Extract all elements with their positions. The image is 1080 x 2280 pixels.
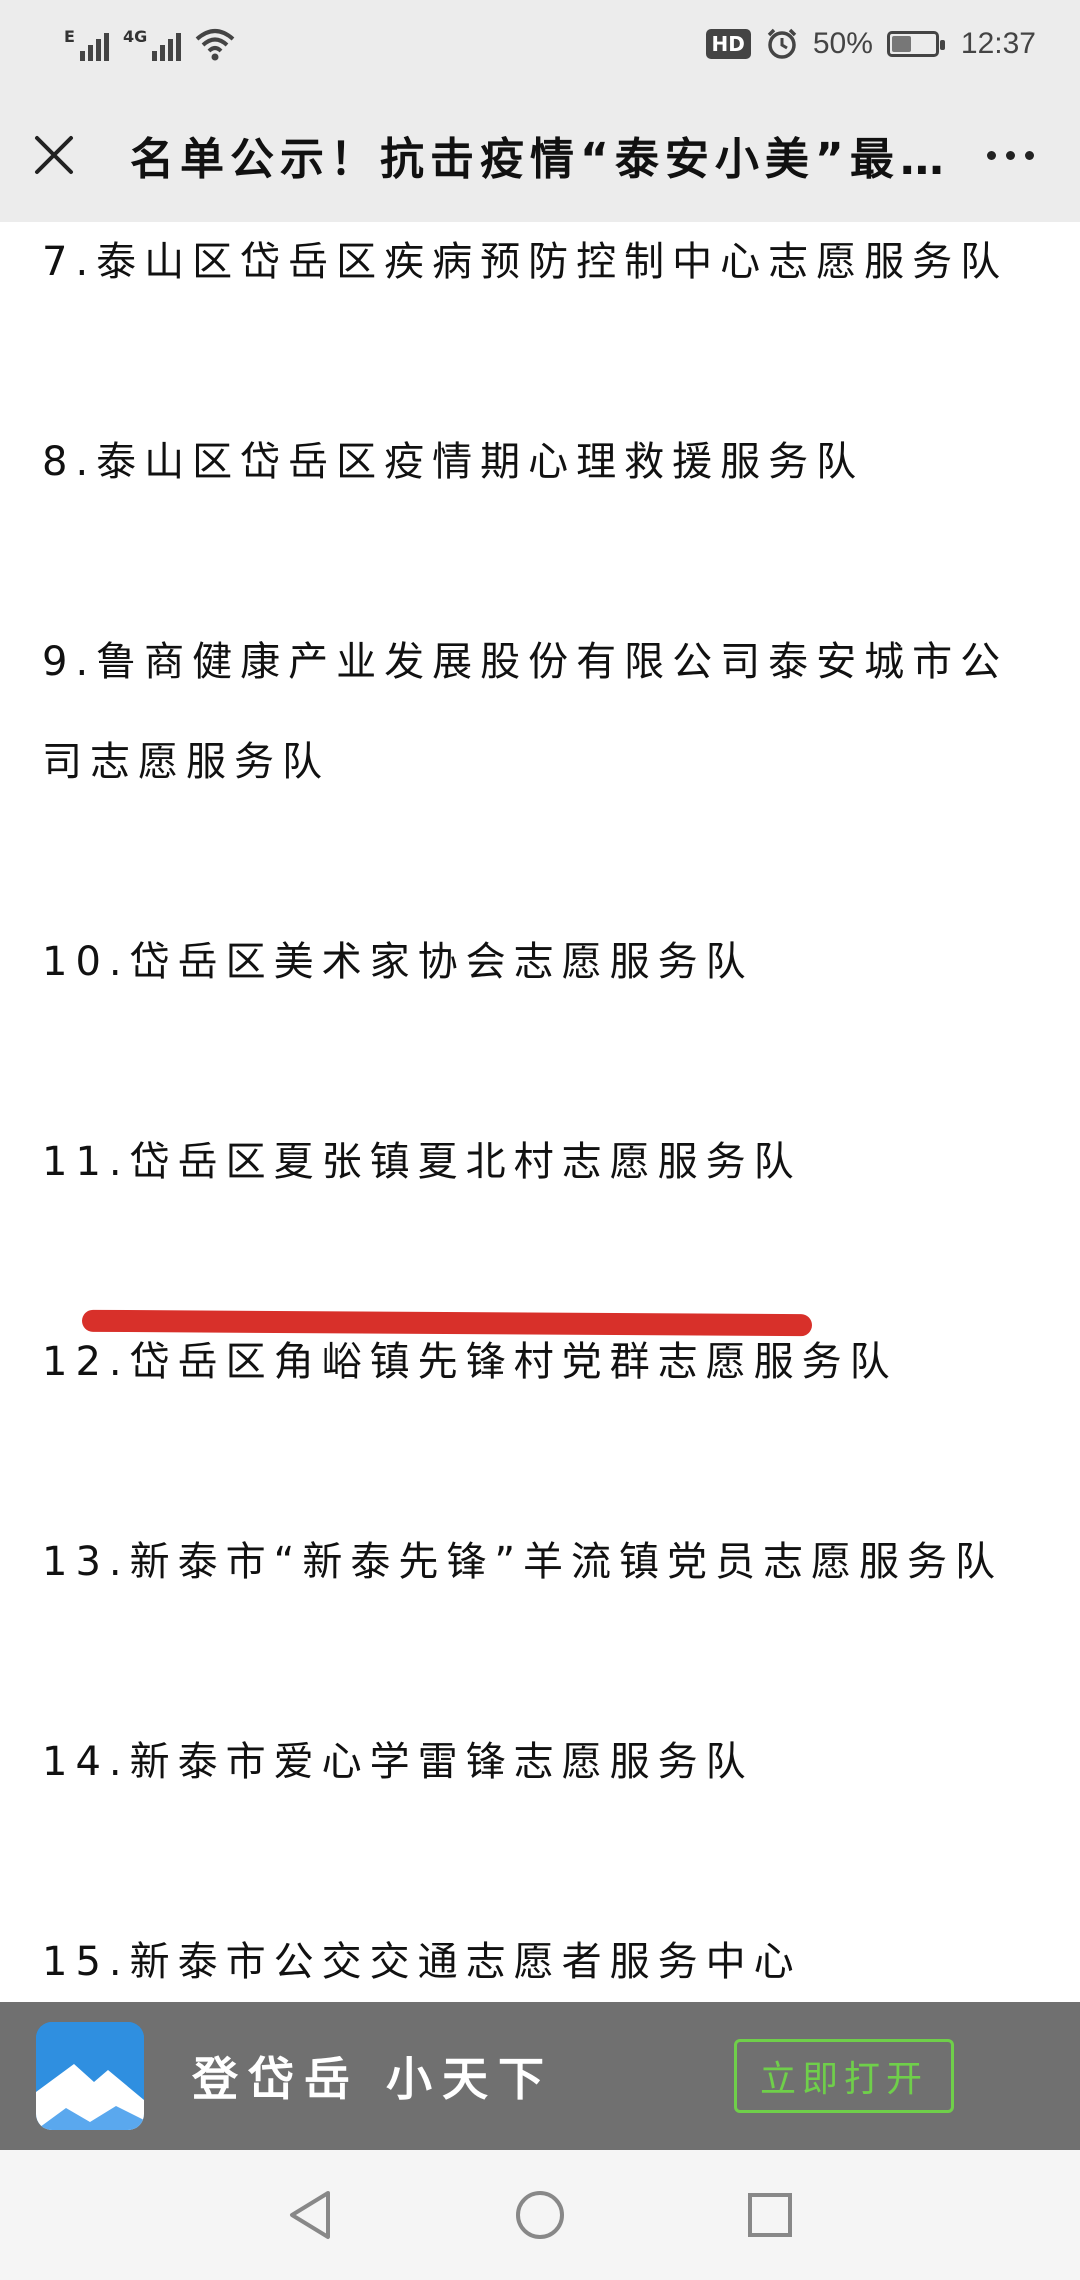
- list-item: 12.岱岳区角峪镇先锋村党群志愿服务队: [42, 1339, 898, 1385]
- screen: E 4G HD 50% 12:37 名单公示！抗击疫情“泰安小美”最… 7.泰山…: [0, 0, 1080, 2280]
- app-name: 登岱岳 小天下: [192, 2052, 555, 2106]
- open-app-button[interactable]: 立即打开: [734, 2039, 955, 2113]
- signal-2-label: 4G: [122, 27, 148, 46]
- title-bar: 名单公示！抗击疫情“泰安小美”最…: [0, 88, 1080, 222]
- wifi-icon: [195, 29, 235, 61]
- list-item: 9.鲁商健康产业发展股份有限公司泰安城市公司志愿服务队: [42, 639, 1009, 785]
- home-nav-icon[interactable]: [510, 2185, 570, 2245]
- battery-percent: 50%: [812, 27, 873, 60]
- list-item: 15.新泰市公交交通志愿者服务中心: [42, 1939, 802, 1985]
- battery-icon: [886, 31, 945, 57]
- close-icon[interactable]: [24, 125, 84, 185]
- signal-1-label: E: [64, 27, 75, 46]
- list-item: 11.岱岳区夏张镇夏北村志愿服务队: [42, 1139, 802, 1185]
- navigation-bar: [0, 2150, 1080, 2280]
- signal-2-icon: 4G: [122, 27, 182, 61]
- more-options-icon[interactable]: [970, 125, 1050, 185]
- battery-fill: [891, 36, 911, 52]
- list-item: 7.泰山区岱岳区疾病预防控制中心志愿服务队: [42, 239, 1009, 285]
- app-banner: 登岱岳 小天下 立即打开: [0, 2002, 1080, 2150]
- article-content: 7.泰山区岱岳区疾病预防控制中心志愿服务队 8.泰山区岱岳区疫情期心理救援服务队…: [0, 222, 1080, 2002]
- signal-1-icon: E: [64, 27, 109, 61]
- status-left: E 4G: [64, 27, 235, 61]
- alarm-icon: [767, 28, 797, 59]
- status-right: HD 50% 12:37: [705, 27, 1036, 61]
- list-item: 8.泰山区岱岳区疫情期心理救援服务队: [42, 439, 865, 485]
- page-title: 名单公示！抗击疫情“泰安小美”最…: [130, 134, 950, 185]
- list-item: 14.新泰市爱心学雷锋志愿服务队: [42, 1739, 754, 1785]
- clock: 12:37: [960, 27, 1036, 60]
- hd-badge: HD: [705, 29, 751, 59]
- status-bar: E 4G HD 50% 12:37: [0, 0, 1080, 88]
- recents-nav-icon[interactable]: [740, 2185, 800, 2245]
- app-logo-icon: [36, 2022, 144, 2130]
- list-item: 13.新泰市“新泰先锋”羊流镇党员志愿服务队: [42, 1539, 1004, 1585]
- back-nav-icon[interactable]: [280, 2185, 340, 2245]
- list-item: 10.岱岳区美术家协会志愿服务队: [42, 939, 754, 985]
